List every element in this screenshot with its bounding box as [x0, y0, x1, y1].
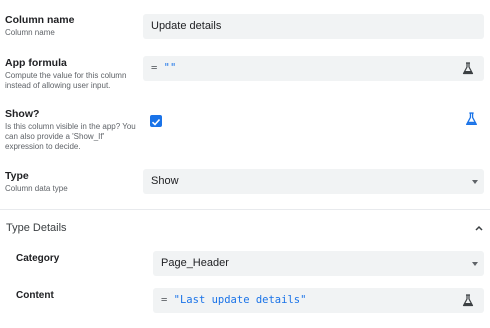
app-formula-value: "": [163, 62, 177, 74]
flask-icon[interactable]: [462, 294, 474, 307]
category-value: Page_Header: [161, 257, 229, 269]
flask-icon[interactable]: [465, 112, 478, 126]
content-operator: =: [161, 294, 168, 306]
show-label-group: Show? Is this column visible in the app?…: [5, 108, 137, 152]
app-formula-label-group: App formula Compute the value for this c…: [5, 57, 137, 91]
category-label: Category: [16, 253, 60, 264]
app-formula-title: App formula: [5, 57, 67, 69]
category-select[interactable]: Page_Header: [153, 251, 484, 276]
show-title: Show?: [5, 108, 40, 120]
content-input[interactable]: = "Last update details": [153, 288, 484, 313]
column-name-description: Column name: [5, 28, 55, 37]
content-expression: = "Last update details": [161, 294, 306, 307]
chevron-up-icon[interactable]: [474, 224, 484, 232]
checkmark-icon: [151, 118, 161, 126]
app-formula-expression: = "": [151, 62, 176, 75]
chevron-down-icon: [472, 262, 478, 266]
flask-icon[interactable]: [462, 62, 474, 75]
app-formula-operator: =: [151, 62, 158, 74]
app-formula-input[interactable]: = "": [143, 56, 484, 81]
column-name-value: Update details: [151, 20, 222, 32]
app-formula-description: Compute the value for this column instea…: [5, 71, 127, 90]
column-name-title: Column name: [5, 14, 75, 26]
chevron-down-icon: [472, 180, 478, 184]
type-label-group: Type Column data type: [5, 170, 137, 194]
column-name-input[interactable]: Update details: [143, 14, 484, 39]
show-checkbox[interactable]: [150, 115, 162, 127]
type-value: Show: [151, 175, 179, 187]
type-select[interactable]: Show: [143, 169, 484, 194]
content-label: Content: [16, 290, 54, 301]
divider: [0, 209, 490, 210]
type-details-header[interactable]: Type Details: [6, 222, 67, 234]
show-description: Is this column visible in the app? You c…: [5, 122, 136, 151]
type-title: Type: [5, 170, 29, 182]
type-description: Column data type: [5, 184, 68, 193]
content-value: "Last update details": [173, 294, 307, 306]
column-name-label-group: Column name Column name: [5, 14, 137, 38]
